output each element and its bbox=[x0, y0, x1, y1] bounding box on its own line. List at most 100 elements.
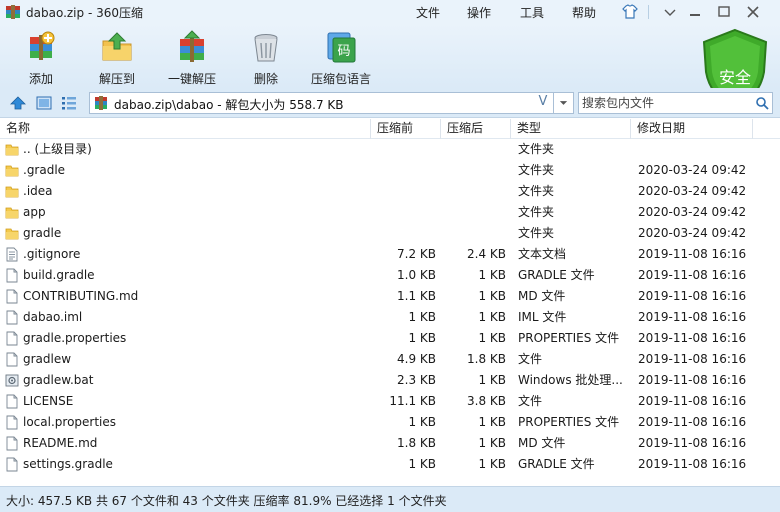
file-name: settings.gradle bbox=[23, 457, 113, 471]
add-label: 添加 bbox=[28, 72, 53, 86]
column-size[interactable]: 压缩前 bbox=[371, 119, 441, 139]
file-compressed-size: 2.4 KB bbox=[467, 247, 506, 261]
file-row[interactable]: gradlew.bat 2.3 KB 1 KB Windows 批处理... 2019-… bbox=[0, 370, 780, 391]
text-file-icon bbox=[6, 247, 18, 262]
file-icon bbox=[6, 352, 18, 367]
column-type[interactable]: 类型 bbox=[511, 119, 631, 139]
menu-dropdown-icon[interactable] bbox=[657, 2, 683, 22]
menu-file[interactable]: 文件 bbox=[416, 4, 440, 21]
add-button[interactable]: 添加 bbox=[16, 24, 66, 88]
file-row[interactable]: .gitignore 7.2 KB 2.4 KB 文本文档 2019-11-08 16:… bbox=[0, 244, 780, 265]
column-compressed[interactable]: 压缩后 bbox=[441, 119, 511, 139]
one-click-extract-icon bbox=[180, 30, 204, 62]
file-type: 文件夹 bbox=[518, 163, 555, 177]
menu-tools[interactable]: 工具 bbox=[520, 4, 544, 21]
file-row[interactable]: LICENSE 11.1 KB 3.8 KB 文件 2019-11-08 16:16 bbox=[0, 391, 780, 412]
file-row[interactable]: local.properties 1 KB 1 KB PROPERTIES 文件 201… bbox=[0, 412, 780, 433]
file-modified-date: 2019-11-08 16:16 bbox=[638, 289, 747, 303]
shield-label: 安全 bbox=[719, 68, 751, 87]
file-size: 1 KB bbox=[408, 415, 436, 429]
file-modified-date: 2020-03-24 09:42 bbox=[638, 226, 747, 240]
file-size bbox=[376, 223, 436, 244]
file-name: local.properties bbox=[23, 415, 117, 429]
history-dropdown-icon[interactable]: V bbox=[534, 94, 552, 112]
file-row[interactable]: gradle 文件夹 2020-03-24 09:42 bbox=[0, 223, 780, 244]
file-row[interactable]: build.gradle 1.0 KB 1 KB GRADLE 文件 2019-11-0… bbox=[0, 265, 780, 286]
column-modified[interactable]: 修改日期 bbox=[631, 119, 753, 139]
column-name[interactable]: 名称 bbox=[0, 119, 371, 139]
file-name: app bbox=[23, 205, 46, 219]
file-row[interactable]: dabao.iml 1 KB 1 KB IML 文件 2019-11-08 16:16 bbox=[0, 307, 780, 328]
search-input[interactable] bbox=[582, 95, 750, 111]
folder-icon bbox=[5, 186, 19, 198]
list-view-icon[interactable] bbox=[60, 94, 78, 112]
file-row[interactable]: .. (上级目录) 文件夹 bbox=[0, 139, 780, 160]
file-row[interactable]: .idea 文件夹 2020-03-24 09:42 bbox=[0, 181, 780, 202]
search-box bbox=[578, 92, 773, 114]
file-row[interactable]: gradlew 4.9 KB 1.8 KB 文件 2019-11-08 16:16 bbox=[0, 349, 780, 370]
extract-to-label: 解压到 bbox=[98, 72, 135, 86]
file-name: gradlew bbox=[23, 352, 72, 366]
menu-operation[interactable]: 操作 bbox=[467, 4, 491, 21]
file-type: 文件夹 bbox=[518, 226, 555, 240]
delete-button[interactable]: 删除 bbox=[244, 24, 288, 88]
file-compressed-size: 1 KB bbox=[478, 415, 506, 429]
file-modified-date: 2019-11-08 16:16 bbox=[638, 268, 747, 282]
extract-to-button[interactable]: 解压到 bbox=[89, 24, 145, 88]
file-size bbox=[376, 160, 436, 181]
file-size: 4.9 KB bbox=[397, 352, 436, 366]
file-modified-date: 2019-11-08 16:16 bbox=[638, 247, 747, 261]
maximize-icon[interactable] bbox=[711, 2, 737, 22]
file-row[interactable]: gradle.properties 1 KB 1 KB PROPERTIES 文件 20… bbox=[0, 328, 780, 349]
address-path-text: dabao.zip\dabao - 解包大小为 558.7 KB bbox=[114, 98, 344, 112]
add-archive-icon bbox=[30, 31, 55, 60]
large-icon-view-icon[interactable] bbox=[35, 94, 53, 112]
file-compressed-size: 3.8 KB bbox=[467, 394, 506, 408]
search-icon[interactable] bbox=[755, 96, 769, 110]
file-size: 2.3 KB bbox=[397, 373, 436, 387]
delete-label: 删除 bbox=[253, 72, 278, 86]
file-row[interactable]: README.md 1.8 KB 1 KB MD 文件 2019-11-08 16:16 bbox=[0, 433, 780, 454]
file-name: .. (上级目录) bbox=[23, 142, 92, 156]
archive-language-button[interactable]: 码 压缩包语言 bbox=[309, 24, 373, 88]
file-icon bbox=[6, 457, 18, 472]
file-icon bbox=[6, 331, 18, 346]
close-icon[interactable] bbox=[740, 2, 766, 22]
address-path-field[interactable]: dabao.zip\dabao - 解包大小为 558.7 KB V bbox=[89, 92, 554, 114]
file-type: PROPERTIES 文件 bbox=[518, 331, 620, 345]
file-row[interactable]: .gradle 文件夹 2020-03-24 09:42 bbox=[0, 160, 780, 181]
file-name: .gitignore bbox=[23, 247, 81, 261]
file-type: 文件夹 bbox=[518, 205, 555, 219]
file-size: 1 KB bbox=[408, 310, 436, 324]
archive-language-icon: 码 bbox=[327, 32, 356, 63]
file-size: 11.1 KB bbox=[389, 394, 436, 408]
file-type: MD 文件 bbox=[518, 436, 566, 450]
delete-trash-icon bbox=[254, 34, 278, 62]
batch-file-icon bbox=[5, 374, 19, 387]
file-size bbox=[376, 181, 436, 202]
file-modified-date: 2020-03-24 09:42 bbox=[638, 184, 747, 198]
skin-shirt-icon[interactable] bbox=[621, 3, 639, 21]
file-name: gradle bbox=[23, 226, 62, 240]
up-arrow-icon[interactable] bbox=[9, 94, 27, 112]
one-click-extract-button[interactable]: 一键解压 bbox=[163, 24, 221, 88]
file-row[interactable]: CONTRIBUTING.md 1.1 KB 1 KB MD 文件 2019-11-08… bbox=[0, 286, 780, 307]
file-modified-date bbox=[638, 139, 758, 160]
file-compressed-size bbox=[446, 202, 506, 223]
file-name: build.gradle bbox=[23, 268, 95, 282]
file-size: 1.1 KB bbox=[397, 289, 436, 303]
file-compressed-size: 1 KB bbox=[478, 310, 506, 324]
file-name: LICENSE bbox=[23, 394, 74, 408]
file-row[interactable]: settings.gradle 1 KB 1 KB GRADLE 文件 2019-11-… bbox=[0, 454, 780, 475]
file-name: gradle.properties bbox=[23, 331, 127, 345]
menu-help[interactable]: 帮助 bbox=[572, 4, 596, 21]
file-type: GRADLE 文件 bbox=[518, 457, 595, 471]
winrar-archive-icon bbox=[6, 5, 20, 19]
minimize-icon[interactable] bbox=[682, 2, 708, 22]
file-size: 7.2 KB bbox=[397, 247, 436, 261]
file-compressed-size bbox=[446, 223, 506, 244]
chevron-down-icon[interactable] bbox=[554, 92, 574, 114]
status-bar: 大小: 457.5 KB 共 67 个文件和 43 个文件夹 压缩率 81.9%… bbox=[0, 486, 780, 512]
file-row[interactable]: app 文件夹 2020-03-24 09:42 bbox=[0, 202, 780, 223]
file-modified-date: 2020-03-24 09:42 bbox=[638, 163, 747, 177]
